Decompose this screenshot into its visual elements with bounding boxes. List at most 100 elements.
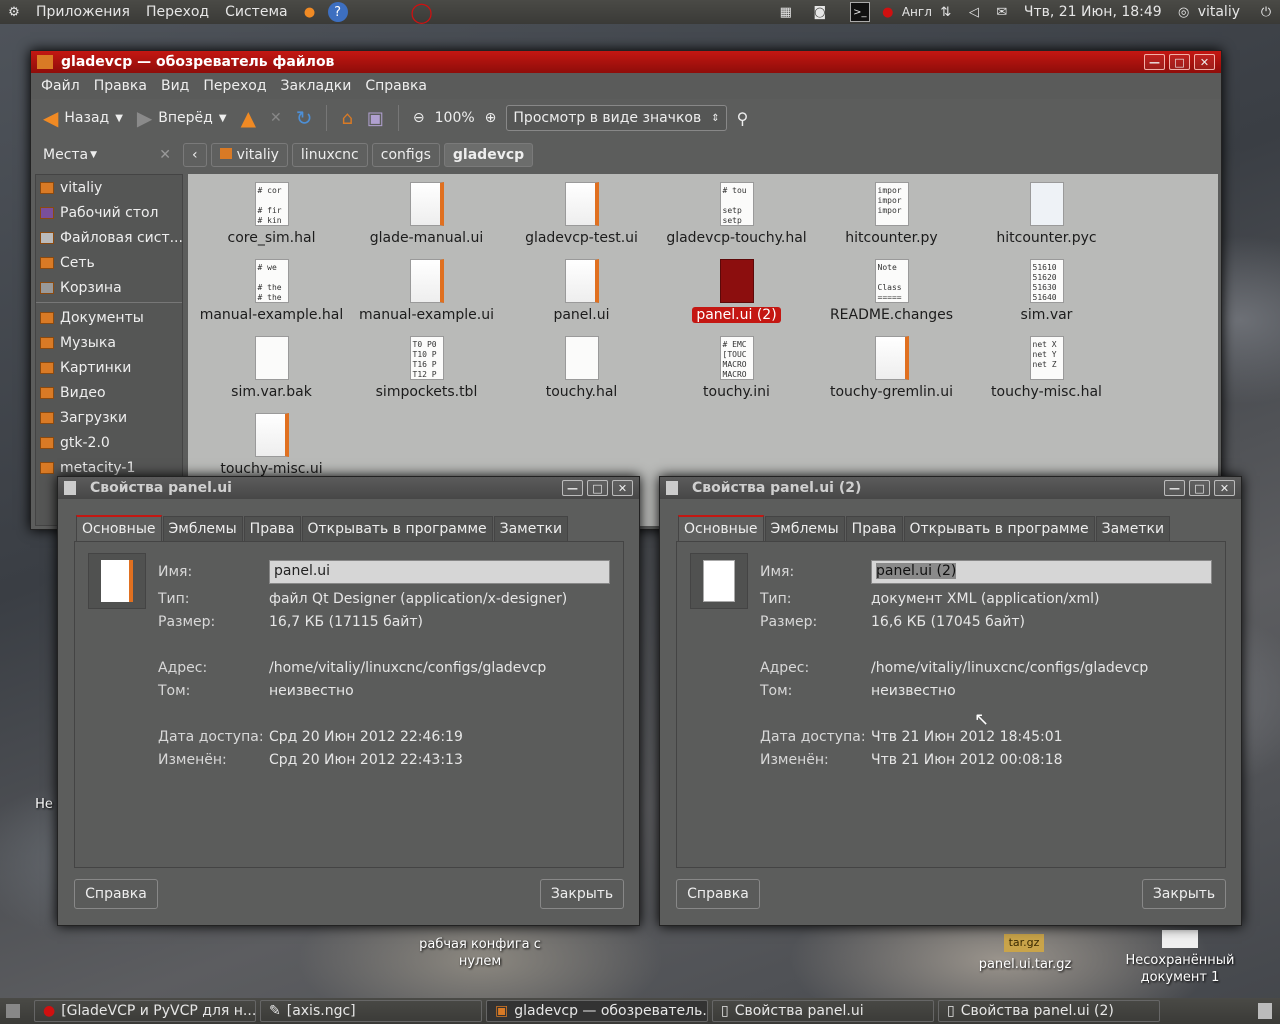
name-field[interactable]: panel.ui (2) — [871, 560, 1212, 584]
sidebar-item-network[interactable]: Сеть — [36, 250, 182, 275]
file-icon-view[interactable]: # cor # fir # kin core_sim.hal glade-manua… — [188, 174, 1218, 526]
zoom-out-icon[interactable]: ⊖ — [409, 110, 429, 126]
firefox-icon[interactable]: ● — [300, 2, 320, 22]
help-button[interactable]: Справка — [676, 879, 760, 909]
sidebar-item-documents[interactable]: Документы — [36, 305, 182, 330]
computer-icon[interactable]: ▣ — [363, 108, 388, 129]
file-item[interactable]: gladevcp-test.ui — [504, 182, 659, 246]
file-item[interactable]: # we # the # the manual-example.hal — [194, 259, 349, 323]
sidebar-item-videos[interactable]: Видео — [36, 380, 182, 405]
minimize-button[interactable]: — — [562, 480, 583, 496]
file-item[interactable]: panel.ui (2) — [659, 259, 814, 323]
tab-basic[interactable]: Основные — [678, 515, 764, 541]
desktop-icon-unsaved-doc[interactable]: Несохранённый документ 1 — [1110, 952, 1250, 986]
forward-button[interactable]: ▶ Вперёд ▼ — [133, 106, 231, 130]
file-item[interactable]: # EMC [TOUC MACRO MACRO touchy.ini — [659, 336, 814, 400]
opera-icon[interactable]: ◯ — [410, 0, 432, 24]
file-item[interactable]: manual-example.ui — [349, 259, 504, 323]
sidebar-item-trash[interactable]: Корзина — [36, 275, 182, 300]
maximize-button[interactable]: □ — [1189, 480, 1210, 496]
chevron-down-icon[interactable]: ▼ — [219, 113, 227, 124]
file-item[interactable]: Note Class ===== README.changes — [814, 259, 969, 323]
file-item[interactable]: T0 P0 T10 P T16 P T12 P simpockets.tbl — [349, 336, 504, 400]
name-field[interactable]: panel.ui — [269, 560, 610, 584]
chevron-down-icon[interactable]: ▼ — [115, 113, 123, 124]
file-item[interactable]: net X net Y net Z touchy-misc.hal — [969, 336, 1124, 400]
tab-emblems[interactable]: Эмблемы — [764, 516, 845, 541]
terminal-icon[interactable]: >_ — [849, 2, 870, 22]
close-button[interactable]: ✕ — [1214, 480, 1235, 496]
sidebar-item-music[interactable]: Музыка — [36, 330, 182, 355]
close-button[interactable]: ✕ — [612, 480, 633, 496]
tab-notes[interactable]: Заметки — [493, 516, 569, 541]
file-item[interactable]: touchy-gremlin.ui — [814, 336, 969, 400]
minimize-button[interactable]: — — [1144, 54, 1165, 70]
trash-icon[interactable] — [1258, 1003, 1272, 1019]
opera-tray-icon[interactable]: ● — [878, 2, 898, 22]
file-item[interactable]: 51610 51620 51630 51640 sim.var — [969, 259, 1124, 323]
file-item[interactable]: glade-manual.ui — [349, 182, 504, 246]
breadcrumb-back[interactable]: ‹ — [183, 143, 207, 167]
file-item[interactable]: sim.var.bak — [194, 336, 349, 400]
system-menu[interactable]: Система — [217, 4, 295, 20]
file-item[interactable]: touchy-misc.ui — [194, 413, 349, 477]
breadcrumb-gladevcp[interactable]: gladevcp — [443, 143, 534, 167]
breadcrumb-configs[interactable]: configs — [371, 143, 440, 167]
tab-open-with[interactable]: Открывать в программе — [903, 516, 1095, 541]
ubuntu-logo-icon[interactable]: ⚙ — [4, 2, 24, 22]
screenshot-icon[interactable]: ◙ — [810, 2, 830, 22]
menu-file[interactable]: Файл — [35, 78, 88, 94]
task-axis[interactable]: ✎ [axis.ngc] — [260, 1000, 482, 1022]
tab-emblems[interactable]: Эмблемы — [162, 516, 243, 541]
breadcrumb-vitaliy[interactable]: vitaliy — [210, 143, 288, 167]
close-dialog-button[interactable]: Закрыть — [1142, 879, 1226, 909]
menu-bookmarks[interactable]: Закладки — [275, 78, 360, 94]
dialog-titlebar[interactable]: Свойства panel.ui — □ ✕ — [58, 477, 639, 499]
sidebar-item-pictures[interactable]: Картинки — [36, 355, 182, 380]
desktop-icon-config[interactable]: рабчая конфига с нулем — [405, 936, 555, 970]
help-button[interactable]: Справка — [74, 879, 158, 909]
menu-edit[interactable]: Правка — [88, 78, 155, 94]
close-dialog-button[interactable]: Закрыть — [540, 879, 624, 909]
tab-permissions[interactable]: Права — [845, 516, 903, 541]
help-icon[interactable]: ? — [327, 2, 348, 22]
zoom-in-icon[interactable]: ⊕ — [481, 110, 501, 126]
user-name[interactable]: vitaliy — [1198, 4, 1252, 20]
applications-menu[interactable]: Приложения — [28, 4, 138, 20]
archive-icon[interactable]: tar.gz — [1004, 934, 1044, 952]
file-item[interactable]: # tou setp setp gladevcp-touchy.hal — [659, 182, 814, 246]
search-icon[interactable]: ⚲ — [733, 109, 753, 128]
file-item[interactable]: impor impor impor hitcounter.py — [814, 182, 969, 246]
menu-view[interactable]: Вид — [155, 78, 197, 94]
up-icon[interactable]: ▲ — [237, 106, 260, 130]
file-item[interactable]: # cor # fir # kin core_sim.hal — [194, 182, 349, 246]
volume-icon[interactable]: ◁ — [964, 2, 984, 22]
file-item[interactable]: hitcounter.pyc — [969, 182, 1124, 246]
keyboard-layout[interactable]: Англ — [902, 5, 932, 19]
mail-icon[interactable]: ✉ — [992, 2, 1012, 22]
task-opera[interactable]: ● [GladeVCP и PyVCP для н... — [34, 1000, 256, 1022]
maximize-button[interactable]: □ — [1169, 54, 1190, 70]
tab-permissions[interactable]: Права — [243, 516, 301, 541]
stop-icon[interactable]: ✕ — [266, 110, 286, 126]
network-icon[interactable]: ⇅ — [936, 2, 956, 22]
maximize-button[interactable]: □ — [587, 480, 608, 496]
sidebar-item-desktop[interactable]: Рабочий стол — [36, 200, 182, 225]
tab-open-with[interactable]: Открывать в программе — [301, 516, 493, 541]
desktop-icon-partial[interactable]: Не — [32, 796, 56, 813]
dialog-titlebar[interactable]: Свойства panel.ui (2) — □ ✕ — [660, 477, 1241, 499]
tab-notes[interactable]: Заметки — [1095, 516, 1171, 541]
task-file-browser[interactable]: ▣ gladevcp — обозреватель... — [486, 1000, 708, 1022]
reload-icon[interactable]: ↻ — [292, 106, 317, 130]
power-icon[interactable]: ⏻ — [1256, 2, 1276, 22]
file-item[interactable]: touchy.hal — [504, 336, 659, 400]
calculator-icon[interactable]: ▦ — [776, 2, 796, 22]
sidebar-item-vitaliy[interactable]: vitaliy — [36, 175, 182, 200]
close-button[interactable]: ✕ — [1194, 54, 1215, 70]
home-icon[interactable]: ⌂ — [337, 108, 356, 129]
task-properties-left[interactable]: ▯ Свойства panel.ui — [712, 1000, 934, 1022]
file-browser-titlebar[interactable]: gladevcp — обозреватель файлов — □ ✕ — [31, 51, 1221, 73]
desktop-icon-archive[interactable]: panel.ui.tar.gz — [955, 956, 1095, 973]
close-sidebar-icon[interactable]: ✕ — [159, 147, 171, 163]
show-desktop-icon[interactable] — [6, 1004, 20, 1018]
